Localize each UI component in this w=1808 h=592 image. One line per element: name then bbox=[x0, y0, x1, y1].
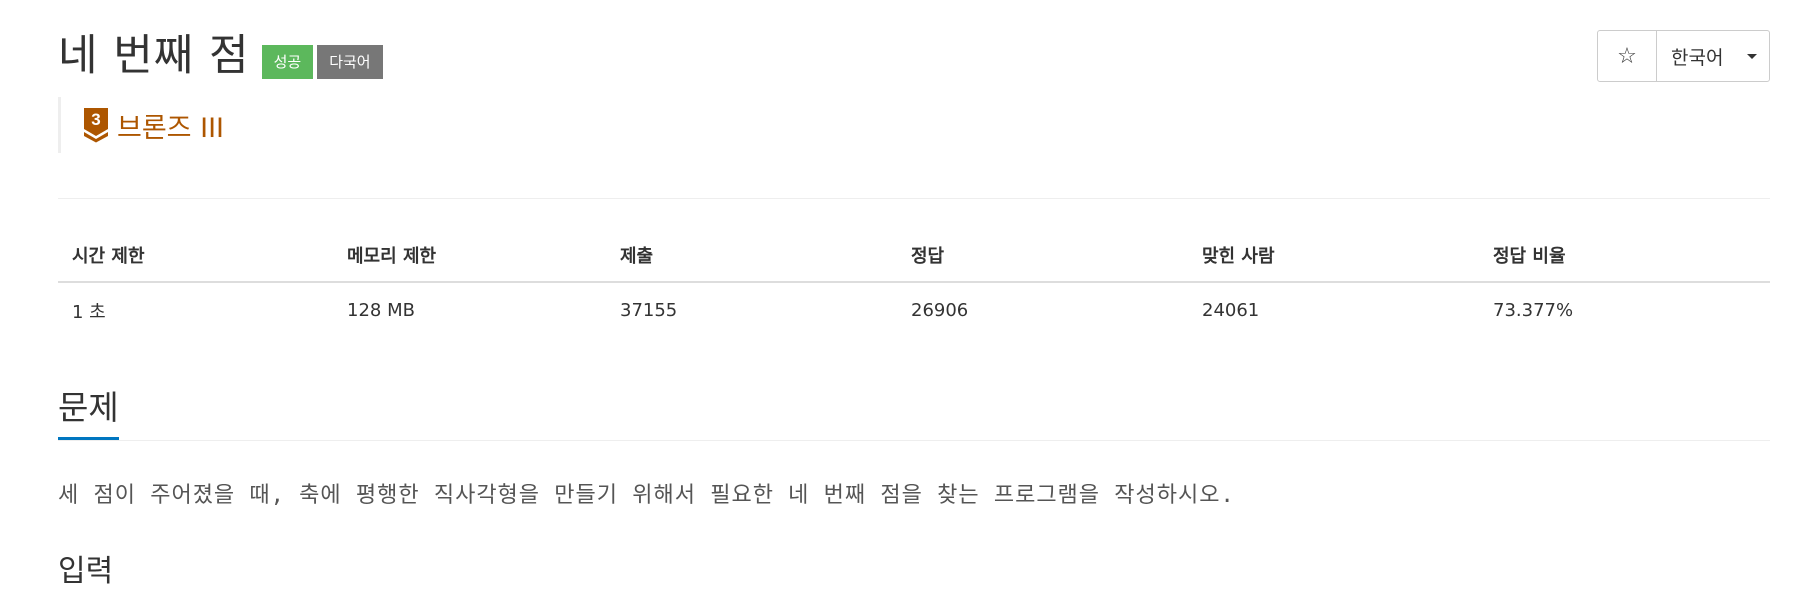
header-accept-ratio: 정답 비율 bbox=[1479, 228, 1770, 283]
page-title: 네 번째 점 bbox=[58, 31, 250, 81]
problem-description: 세 점이 주어졌을 때, 축에 평행한 직사각형을 만들기 위해서 필요한 네 … bbox=[58, 483, 1235, 508]
caret-down-icon bbox=[1747, 54, 1757, 59]
language-dropdown[interactable]: 한국어 bbox=[1657, 31, 1769, 81]
value-solvers[interactable]: 24061 bbox=[1188, 282, 1479, 338]
language-label: 한국어 bbox=[1671, 46, 1724, 69]
value-accepted[interactable]: 26906 bbox=[897, 282, 1188, 338]
problem-section-header: 문제 bbox=[58, 382, 1770, 441]
header-accepted: 정답 bbox=[897, 228, 1188, 283]
header-memory-limit: 메모리 제한 bbox=[333, 228, 606, 283]
title-row: 네 번째 점 성공 다국어 bbox=[58, 30, 383, 82]
divider bbox=[58, 198, 1770, 199]
input-section-title: 입력 bbox=[58, 554, 114, 589]
status-badge-multilang[interactable]: 다국어 bbox=[317, 45, 383, 79]
tier-number: 3 bbox=[91, 110, 100, 129]
title-controls: ☆ 한국어 bbox=[1597, 30, 1770, 82]
table-header-row: 시간 제한 메모리 제한 제출 정답 맞힌 사람 정답 비율 bbox=[58, 228, 1770, 283]
problem-info-table: 시간 제한 메모리 제한 제출 정답 맞힌 사람 정답 비율 1 초 128 M… bbox=[58, 228, 1770, 338]
header-solvers: 맞힌 사람 bbox=[1188, 228, 1479, 283]
value-time-limit: 1 초 bbox=[72, 301, 106, 323]
problem-section-title: 문제 bbox=[58, 382, 119, 440]
value-submissions[interactable]: 37155 bbox=[606, 282, 897, 338]
status-badge-success: 성공 bbox=[261, 45, 314, 79]
problem-page: 네 번째 점 성공 다국어 ☆ 한국어 3 브론즈 III 시간 제한 메모리 … bbox=[58, 0, 1770, 589]
tier-label[interactable]: 브론즈 III bbox=[117, 106, 224, 145]
bronze-tier-icon: 3 bbox=[84, 108, 108, 143]
header-time-limit: 시간 제한 bbox=[58, 228, 333, 283]
star-outline-icon: ☆ bbox=[1617, 43, 1637, 69]
table-row: 1 초 128 MB 37155 26906 24061 73.377% bbox=[58, 282, 1770, 338]
value-accept-ratio: 73.377% bbox=[1493, 300, 1574, 321]
favorite-button[interactable]: ☆ bbox=[1598, 31, 1657, 81]
header-submissions: 제출 bbox=[606, 228, 897, 283]
value-memory-limit: 128 MB bbox=[347, 300, 415, 321]
tier-row: 3 브론즈 III bbox=[58, 97, 224, 153]
